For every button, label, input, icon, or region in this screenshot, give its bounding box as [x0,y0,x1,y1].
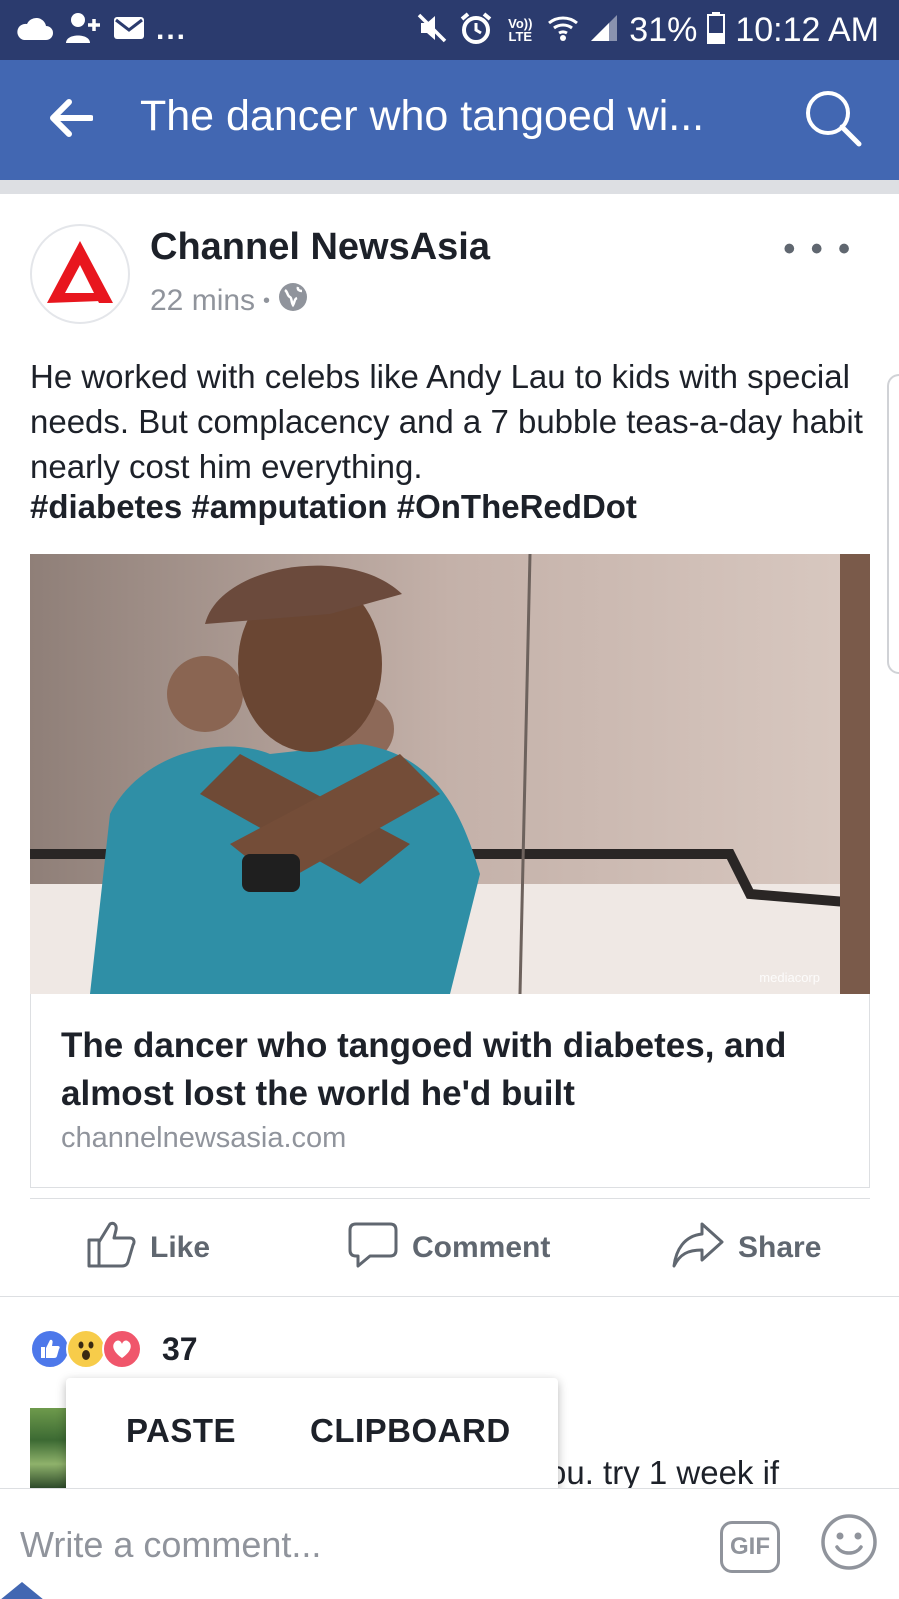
reactions-summary[interactable]: 37 [30,1328,198,1370]
status-left: ... [14,12,187,48]
status-right: Vo)) LTE 31% 10:12 AM [415,8,879,52]
comment-button[interactable]: Comment [348,1220,550,1276]
emoji-button[interactable] [818,1513,880,1575]
link-title: The dancer who tangoed with diabetes, an… [61,1026,787,1113]
wifi-icon [547,13,579,48]
link-domain: channelnewsasia.com [61,1122,347,1154]
divider [0,1296,899,1297]
screen: ... Vo)) LTE 31% 10:12 AM The dancer who… [0,0,899,1599]
app-bar: The dancer who tangoed wi... [0,60,899,180]
scroll-edge [887,374,899,674]
paste-popup: PASTE CLIPBOARD [66,1378,558,1498]
post-time[interactable]: 22 mins [150,284,255,318]
dancer-photo: mediacorp [30,554,870,994]
signal-icon [589,13,619,48]
mute-icon [415,11,449,50]
add-person-icon [64,11,102,50]
share-button[interactable]: Share [672,1220,821,1276]
like-reaction-icon [30,1329,70,1369]
search-button[interactable] [799,86,867,154]
post-text: He worked with celebs like Andy Lau to k… [30,358,863,485]
page-title: The dancer who tangoed wi... [140,92,705,140]
reaction-count: 37 [162,1330,198,1367]
page-avatar[interactable] [30,224,130,324]
like-button[interactable]: Like [86,1220,210,1276]
post-meta: 22 mins • [150,282,308,320]
share-label: Share [738,1231,822,1264]
status-bar: ... Vo)) LTE 31% 10:12 AM [0,0,899,60]
wow-reaction-icon [66,1329,106,1369]
comment-bubble-icon [348,1220,398,1276]
gif-button[interactable]: GIF [720,1521,780,1573]
alarm-icon [459,11,493,50]
smiley-icon [820,1513,878,1576]
commenter-avatar[interactable] [30,1408,70,1488]
comment-label: Comment [412,1231,551,1264]
search-icon [803,88,863,153]
post-options-button[interactable]: • • • [783,230,853,269]
comment-composer: GIF [0,1488,899,1599]
lte-indicator: Vo)) LTE [508,16,533,44]
link-preview-card[interactable]: The dancer who tangoed with diabetes, an… [30,994,870,1188]
mail-icon [112,14,146,47]
cloud-icon [14,14,54,47]
cna-logo-icon [45,239,115,310]
text-selection-handle[interactable] [0,1582,44,1599]
post-hashtags[interactable]: #diabetes #amputation #OnTheRedDot [30,488,637,526]
page-name[interactable]: Channel NewsAsia [150,226,490,269]
link-preview-image[interactable]: mediacorp [30,554,870,994]
comment-snippet: ou. try 1 week if [548,1454,780,1491]
photo-watermark: mediacorp [759,970,820,985]
post-actions: Like Comment Share [0,1200,899,1296]
comment-input[interactable] [20,1517,680,1573]
status-more: ... [156,13,188,46]
feed-separator [0,180,899,194]
paste-button[interactable]: PASTE [126,1412,236,1450]
love-reaction-icon [102,1329,142,1369]
globe-icon [278,282,308,320]
divider [30,1198,870,1199]
arrow-left-icon [47,98,94,143]
share-arrow-icon [672,1220,724,1276]
battery-percent: 31% [629,10,698,49]
clock: 10:12 AM [735,10,879,49]
clipboard-button[interactable]: CLIPBOARD [310,1412,511,1450]
like-label: Like [150,1231,211,1264]
thumbs-up-icon [86,1220,136,1276]
battery-icon [707,11,726,49]
back-button[interactable] [40,90,100,150]
meta-separator: • [263,289,271,312]
